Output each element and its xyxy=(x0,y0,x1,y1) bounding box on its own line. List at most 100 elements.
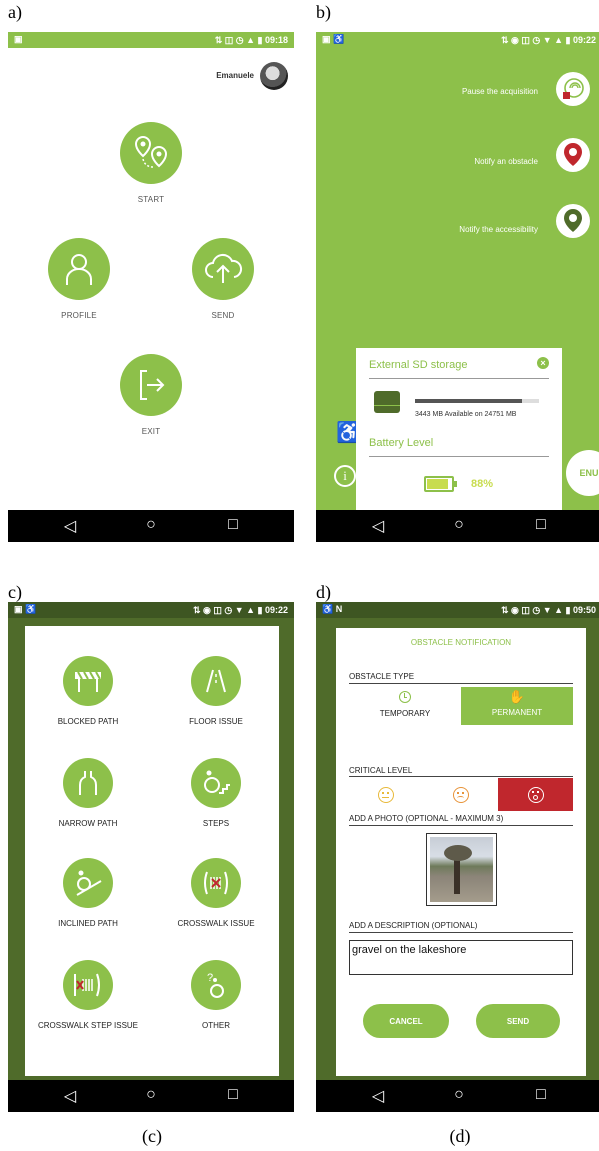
screen-b-menu: ▣ ♿ ⇅ ◉ ◫ ◷ ▼ ▲ ▮ 09:22 Pause the acquis… xyxy=(316,32,599,542)
home-icon[interactable]: ○ xyxy=(141,516,161,534)
storage-text: 3443 MB Available on 24751 MB xyxy=(415,411,517,418)
status-time: 09:22 xyxy=(264,605,288,615)
user-name: Emanuele xyxy=(216,71,254,80)
notify-obstacle-button[interactable] xyxy=(556,138,590,172)
critical-high-option[interactable] xyxy=(498,778,573,811)
permanent-option[interactable]: ✋ PERMANENT xyxy=(461,687,573,725)
critical-low-option[interactable] xyxy=(349,778,423,811)
barrier-icon xyxy=(75,671,101,692)
crosswalk-step-icon xyxy=(74,973,100,997)
status-icons: ⇅ ◉ ◫ ◷ ▼ ▲ ▮ xyxy=(192,605,265,615)
notify-accessibility-button[interactable] xyxy=(556,204,590,238)
divider xyxy=(369,456,549,457)
send-button[interactable] xyxy=(192,238,254,300)
svg-text:?: ? xyxy=(207,972,213,984)
caption-d: (d) xyxy=(449,1126,471,1146)
description-label: ADD A DESCRIPTION (OPTIONAL) xyxy=(349,921,478,930)
home-icon[interactable]: ○ xyxy=(141,1086,161,1104)
other-item[interactable]: ? OTHER xyxy=(161,960,271,1031)
back-icon[interactable]: ◁ xyxy=(60,516,80,536)
crosswalk-icon xyxy=(204,871,228,895)
close-icon[interactable]: × xyxy=(537,357,549,369)
critical-medium-option[interactable] xyxy=(423,778,498,811)
inclined-path-label: INCLINED PATH xyxy=(58,919,118,928)
crosswalk-issue-label: CROSSWALK ISSUE xyxy=(177,919,255,928)
crosswalk-step-issue-label: CROSSWALK STEP ISSUE xyxy=(37,1021,139,1030)
divider xyxy=(349,776,573,777)
battery-title: Battery Level xyxy=(369,437,434,449)
divider xyxy=(349,932,573,933)
steps-icon xyxy=(204,770,230,794)
hand-stop-icon: ✋ xyxy=(508,689,526,704)
back-icon[interactable]: ◁ xyxy=(60,1086,80,1106)
exit-icon xyxy=(140,370,165,400)
status-bar: ▣ ♿ ⇅ ◉ ◫ ◷ ▼ ▲ ▮ 09:22 xyxy=(8,602,294,618)
narrow-path-item[interactable]: NARROW PATH xyxy=(33,758,143,829)
crosswalk-issue-item[interactable]: CROSSWALK ISSUE xyxy=(161,858,271,929)
status-time: 09:22 xyxy=(572,35,596,45)
avatar[interactable] xyxy=(260,62,288,90)
recents-icon[interactable]: □ xyxy=(531,516,551,534)
route-icon xyxy=(134,135,168,168)
android-nav-bar: ◁ ○ □ xyxy=(8,1080,294,1112)
android-nav-bar: ◁ ○ □ xyxy=(316,510,599,542)
screen-d-obstacle-form: ♿ N ⇅ ◉ ◫ ◷ ▼ ▲ ▮ 09:50 OBSTACLE NOTIFIC… xyxy=(316,602,599,1112)
home-icon[interactable]: ○ xyxy=(449,1086,469,1104)
inclined-path-item[interactable]: INCLINED PATH xyxy=(33,858,143,929)
status-icons: ⇅ ◉ ◫ ◷ ▼ ▲ ▮ xyxy=(500,605,573,615)
exit-label: EXIT xyxy=(141,427,161,436)
panel-tag-a: a) xyxy=(8,2,22,22)
back-icon[interactable]: ◁ xyxy=(368,516,388,536)
status-bar: ▣ ♿ ⇅ ◉ ◫ ◷ ▼ ▲ ▮ 09:22 xyxy=(316,32,599,48)
recents-icon[interactable]: □ xyxy=(531,1086,551,1104)
status-time: 09:18 xyxy=(264,35,288,45)
status-icons: ⇅ ◫ ◷ ▲ ▮ xyxy=(214,35,265,45)
steps-item[interactable]: STEPS xyxy=(161,758,271,829)
profile-button[interactable] xyxy=(48,238,110,300)
divider xyxy=(349,825,573,826)
screen-a-home: ▣ ⇅ ◫ ◷ ▲ ▮ 09:18 Emanuele START PROFILE… xyxy=(8,32,294,542)
status-popup: External SD storage × 3443 MB Available … xyxy=(356,348,562,511)
send-label: SEND xyxy=(211,311,235,320)
temporary-option[interactable]: TEMPORARY xyxy=(349,687,461,725)
status-time: 09:50 xyxy=(572,605,596,615)
description-input[interactable]: gravel on the lakeshore xyxy=(349,940,573,975)
crosswalk-step-issue-item[interactable]: CROSSWALK STEP ISSUE xyxy=(33,960,143,1031)
wheelchair-status-icon: ♿ N xyxy=(322,604,343,614)
obstacle-notification-dialog: OBSTACLE NOTIFICATION OBSTACLE TYPE TEMP… xyxy=(336,628,586,1076)
recents-icon[interactable]: □ xyxy=(223,516,243,534)
battery-fill xyxy=(427,479,449,489)
floor-issue-item[interactable]: FLOOR ISSUE xyxy=(161,656,271,727)
info-icon[interactable]: i xyxy=(334,465,356,487)
critical-level-label: CRITICAL LEVEL xyxy=(349,766,413,775)
divider xyxy=(349,683,573,684)
floor-icon xyxy=(206,669,226,693)
battery-tip xyxy=(454,481,457,487)
back-icon[interactable]: ◁ xyxy=(368,1086,388,1106)
pause-acquisition-label: Pause the acquisition xyxy=(461,87,538,96)
battery-value: 88% xyxy=(471,478,494,490)
menu-button[interactable]: ENU xyxy=(566,450,599,496)
screen-c-obstacle-types: ▣ ♿ ⇅ ◉ ◫ ◷ ▼ ▲ ▮ 09:22 BLOCKED PATH FLO… xyxy=(8,602,294,1112)
neutral-face-icon xyxy=(378,786,394,803)
recents-icon[interactable]: □ xyxy=(223,1086,243,1104)
obstacle-pin-icon xyxy=(564,143,582,166)
exit-button[interactable] xyxy=(120,354,182,416)
sd-card-icon xyxy=(374,391,400,413)
cancel-button[interactable]: CANCEL xyxy=(363,1004,449,1038)
status-bar: ♿ N ⇅ ◉ ◫ ◷ ▼ ▲ ▮ 09:50 xyxy=(316,602,599,618)
permanent-label: PERMANENT xyxy=(491,708,543,717)
storage-bar xyxy=(415,399,539,403)
photo-thumbnail[interactable] xyxy=(426,833,497,906)
blocked-path-item[interactable]: BLOCKED PATH xyxy=(33,656,143,727)
home-icon[interactable]: ○ xyxy=(449,516,469,534)
photo-label: ADD A PHOTO (OPTIONAL - MAXIMUM 3) xyxy=(349,814,504,823)
panel-tag-c: c) xyxy=(8,582,22,602)
pause-acquisition-button[interactable] xyxy=(556,72,590,106)
person-icon xyxy=(66,254,92,285)
temporary-label: TEMPORARY xyxy=(379,709,431,718)
send-button[interactable]: SEND xyxy=(476,1004,560,1038)
panel-tag-d: d) xyxy=(316,582,331,602)
caption-c: (c) xyxy=(142,1126,162,1146)
start-button[interactable] xyxy=(120,122,182,184)
